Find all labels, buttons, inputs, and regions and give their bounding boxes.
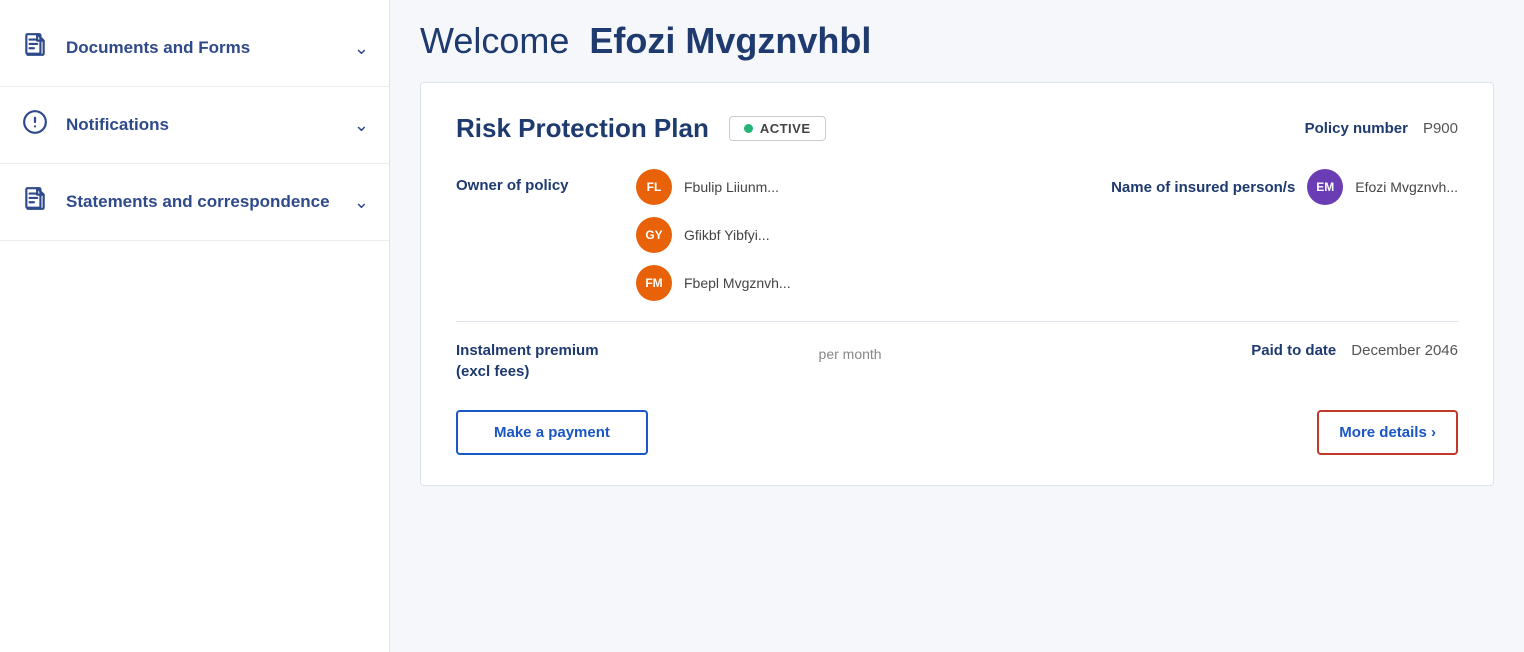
- paid-to-date-label: Paid to date: [1251, 342, 1336, 359]
- owner-row-fm: FM Fbepl Mvgznvh...: [636, 265, 791, 301]
- sidebar-item-documents[interactable]: Documents and Forms ⌄: [0, 10, 389, 87]
- policy-mid-row: Owner of policy FL Fbulip Liiunm... GY G…: [456, 169, 1458, 322]
- make-payment-button[interactable]: Make a payment: [456, 410, 648, 455]
- premium-label-line1: Instalment premium: [456, 342, 599, 359]
- owner-label: Owner of policy: [456, 169, 616, 194]
- policy-top-row: Risk Protection Plan ACTIVE Policy numbe…: [456, 113, 1458, 144]
- premium-label-line2: (excl fees): [456, 363, 599, 380]
- status-dot: [744, 124, 753, 133]
- owner-section: Owner of policy FL Fbulip Liiunm... GY G…: [456, 169, 791, 301]
- main-content: Welcome Efozi Mvgznvhbl Risk Protection …: [390, 0, 1524, 652]
- sidebar-item-documents-label: Documents and Forms: [66, 38, 338, 58]
- actions-row: Make a payment More details ›: [456, 410, 1458, 455]
- policy-number-label: Policy number: [1305, 120, 1408, 137]
- chevron-right-icon: ›: [1431, 424, 1436, 441]
- insured-name: Efozi Mvgznvh...: [1355, 179, 1458, 195]
- status-badge: ACTIVE: [729, 116, 826, 141]
- chevron-down-icon-notifications: ⌄: [354, 115, 369, 136]
- insured-section: Name of insured person/s EM Efozi Mvgznv…: [1111, 169, 1458, 205]
- welcome-label: Welcome: [420, 20, 569, 62]
- owner-name-gy: Gfikbf Yibfyi...: [684, 227, 770, 243]
- sidebar-item-notifications[interactable]: Notifications ⌄: [0, 87, 389, 164]
- notifications-icon: [20, 109, 50, 141]
- status-text: ACTIVE: [760, 121, 811, 136]
- sidebar-item-statements-label: Statements and correspondence: [66, 192, 338, 212]
- documents-icon: [20, 32, 50, 64]
- chevron-down-icon-statements: ⌄: [354, 192, 369, 213]
- owners-list: FL Fbulip Liiunm... GY Gfikbf Yibfyi... …: [636, 169, 791, 301]
- policy-bottom-row: Instalment premium (excl fees) per month…: [456, 342, 1458, 380]
- paid-to-date-section: Paid to date December 2046: [1251, 342, 1458, 359]
- more-details-label: More details: [1339, 424, 1427, 441]
- sidebar-item-notifications-label: Notifications: [66, 115, 338, 135]
- owner-row-gy: GY Gfikbf Yibfyi...: [636, 217, 791, 253]
- welcome-heading: Welcome Efozi Mvgznvhbl: [420, 20, 1494, 62]
- premium-section: Instalment premium (excl fees): [456, 342, 599, 380]
- policy-number-group: Policy number P900: [1305, 120, 1458, 137]
- policy-card: Risk Protection Plan ACTIVE Policy numbe…: [420, 82, 1494, 486]
- avatar-gy: GY: [636, 217, 672, 253]
- paid-to-date-value: December 2046: [1351, 342, 1458, 359]
- avatar-em: EM: [1307, 169, 1343, 205]
- insured-label: Name of insured person/s: [1111, 179, 1295, 196]
- user-name: Efozi Mvgznvhbl: [589, 20, 871, 62]
- avatar-fl: FL: [636, 169, 672, 205]
- more-details-button[interactable]: More details ›: [1317, 410, 1458, 455]
- sidebar: Documents and Forms ⌄ Notifications ⌄ St…: [0, 0, 390, 652]
- per-month-label: per month: [819, 346, 882, 362]
- statements-icon: [20, 186, 50, 218]
- policy-title: Risk Protection Plan: [456, 113, 709, 144]
- policy-number-value: P900: [1423, 120, 1458, 137]
- owner-name-fm: Fbepl Mvgznvh...: [684, 275, 791, 291]
- sidebar-item-statements[interactable]: Statements and correspondence ⌄: [0, 164, 389, 241]
- owner-row-fl: FL Fbulip Liiunm...: [636, 169, 791, 205]
- chevron-down-icon-documents: ⌄: [354, 38, 369, 59]
- owner-name-fl: Fbulip Liiunm...: [684, 179, 779, 195]
- avatar-fm: FM: [636, 265, 672, 301]
